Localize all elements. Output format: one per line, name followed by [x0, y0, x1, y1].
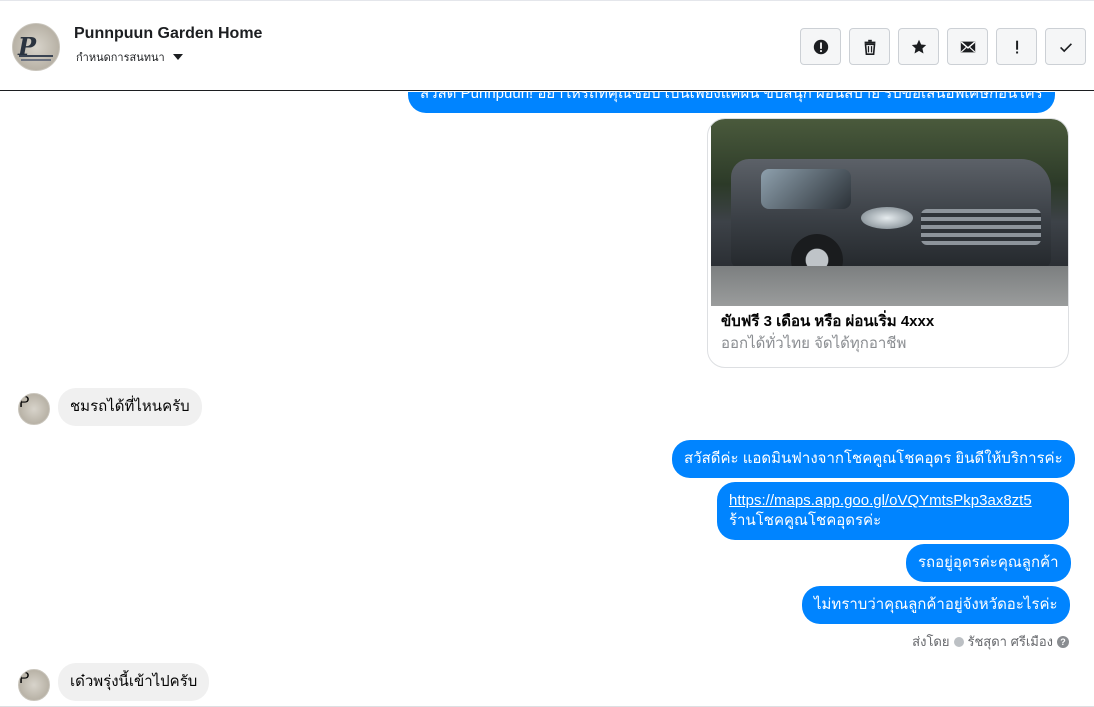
check-icon: [1059, 42, 1072, 52]
logo-letter: P: [19, 670, 30, 687]
conversation-header: P Punnpuun Garden Home กำหนดการสนทนา: [0, 0, 1094, 91]
greeting-message[interactable]: สวัสดี Punnpuun! อย่าให้รถที่คุณชอบ เป็น…: [408, 92, 1055, 113]
exclamation-icon: [1015, 40, 1018, 53]
delete-button[interactable]: [849, 28, 890, 65]
star-icon: [911, 39, 926, 53]
incoming-message[interactable]: ชมรถได้ที่ไหนครับ: [58, 388, 202, 426]
map-link[interactable]: https://maps.app.goo.gl/oVQYmtsPkp3ax8zt…: [729, 492, 1032, 509]
envelope-icon: [960, 41, 975, 52]
truck-shape: [731, 159, 1051, 269]
assign-label: กำหนดการสนทนา: [76, 52, 165, 64]
incoming-message[interactable]: เด๋วพรุ่งนี้เข้าไปครับ: [58, 663, 210, 701]
alert-circle-icon: [813, 39, 828, 54]
truck-headlight: [861, 207, 913, 229]
logo-letter: P: [19, 394, 30, 411]
mark-done-button[interactable]: [1045, 28, 1086, 65]
ad-card[interactable]: ขับฟรี 3 เดือน หรือ ผ่อนเริ่ม 4xxx ออกได…: [707, 118, 1069, 368]
outgoing-message[interactable]: ไม่ทราบว่าคุณลูกค้าอยู่จังหวัดอะไรค่ะ: [802, 586, 1070, 624]
verified-icon: [953, 636, 964, 647]
trash-icon: [864, 39, 875, 55]
outgoing-message[interactable]: สวัสดีค่ะ แอดมินฟางจากโชคคูณโชคอุดร ยินด…: [672, 440, 1075, 478]
star-button[interactable]: [898, 28, 939, 65]
ad-title: ขับฟรี 3 เดือน หรือ ผ่อนเริ่ม 4xxx: [721, 313, 935, 330]
ad-car-image[interactable]: [711, 119, 1068, 306]
logo-subline: [21, 59, 51, 61]
page-name[interactable]: Punnpuun Garden Home: [74, 25, 262, 43]
logo-line: [19, 55, 53, 57]
truck-window: [761, 169, 851, 209]
message-thread[interactable]: สวัสดี Punnpuun! อย่าให้รถที่คุณชอบ เป็น…: [0, 92, 1094, 707]
chevron-down-icon: [172, 54, 183, 60]
ad-subtitle: ออกได้ทั่วไทย จัดได้ทุกอาชีพ: [721, 335, 907, 352]
image-ground: [711, 266, 1068, 306]
spam-button[interactable]: [996, 28, 1037, 65]
help-icon[interactable]: ?: [1057, 635, 1069, 648]
sent-by-name[interactable]: รัชสุดา ศรีเมือง: [968, 631, 1054, 652]
sent-by-label: ส่งโดย: [912, 634, 950, 649]
assign-conversation-dropdown[interactable]: กำหนดการสนทนา: [76, 48, 183, 66]
sender-avatar[interactable]: P: [18, 393, 50, 425]
sender-avatar[interactable]: P: [18, 669, 50, 701]
outgoing-text: ร้านโชคคูณโชคอุดรค่ะ: [729, 512, 882, 529]
outgoing-message[interactable]: รถอยู่อุดรค่ะคุณลูกค้า: [906, 544, 1071, 582]
sent-by-info: ส่งโดย รัชสุดา ศรีเมือง ?: [912, 631, 1069, 652]
truck-grille: [921, 209, 1041, 245]
report-button[interactable]: [800, 28, 841, 65]
action-toolbar: [800, 28, 1086, 65]
page-avatar[interactable]: P: [12, 23, 60, 71]
outgoing-message[interactable]: https://maps.app.goo.gl/oVQYmtsPkp3ax8zt…: [717, 482, 1069, 540]
mark-unread-button[interactable]: [947, 28, 988, 65]
